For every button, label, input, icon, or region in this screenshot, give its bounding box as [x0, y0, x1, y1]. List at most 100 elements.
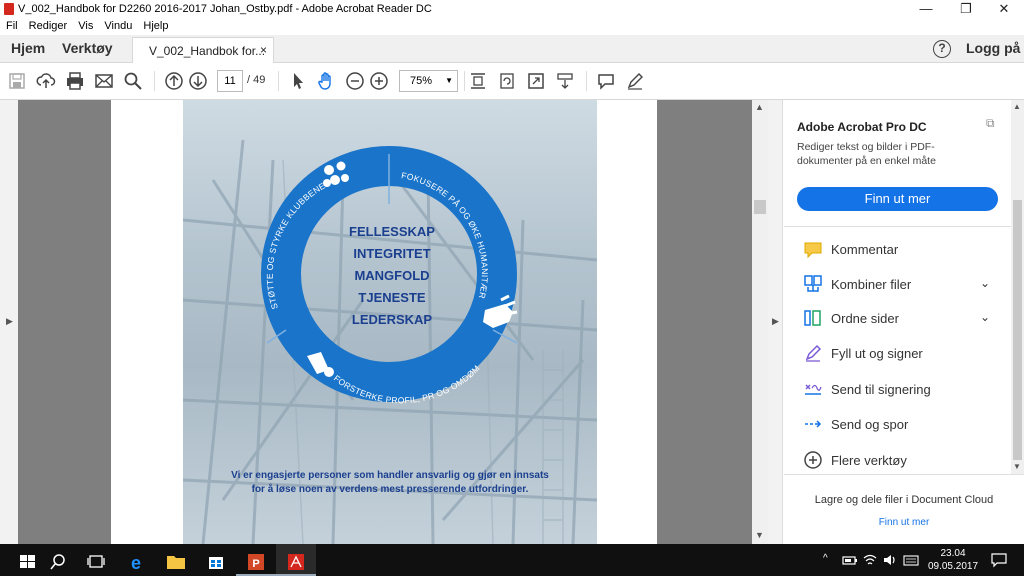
page-total: / 49 [247, 74, 266, 86]
toolbar-separator [464, 71, 465, 91]
scroll-up-icon[interactable]: ▲ [755, 102, 764, 112]
document-scrollbar[interactable]: ▲ ▼ [752, 100, 768, 544]
tab-document-label: V_002_Handbok for... [149, 44, 266, 58]
promo-title: Adobe Acrobat Pro DC [797, 120, 927, 134]
print-icon[interactable] [65, 71, 85, 91]
acrobat-reader-app[interactable] [276, 544, 316, 576]
email-icon[interactable] [94, 71, 114, 91]
comment-icon[interactable] [596, 71, 616, 91]
windows-taskbar: e P ^ 23.04 09.05.2017 [0, 544, 1024, 576]
toolbar-separator [586, 71, 587, 91]
menu-rediger[interactable]: Rediger [29, 19, 68, 34]
tool-send-track[interactable]: Send og spor [803, 414, 1003, 436]
page-number-input[interactable]: 11 [217, 70, 243, 92]
scroll-down-icon[interactable]: ▼ [755, 530, 764, 540]
page-background-photo: FOKUSERE PÅ OG ØKE HUMANITÆR TJENESTE FO… [183, 100, 597, 544]
zoom-select[interactable]: 75% ▼ [399, 70, 458, 92]
menu-vis[interactable]: Vis [78, 19, 93, 34]
tray-expand-icon[interactable]: ^ [823, 553, 828, 564]
scroll-mode-icon[interactable] [555, 71, 575, 91]
chevron-down-icon: ▼ [445, 76, 453, 85]
footer-learn-more-link[interactable]: Finn ut mer [784, 517, 1024, 528]
values-list: FELLESSKAP INTEGRITET MANGFOLD TJENESTE … [349, 224, 435, 327]
value-lederskap: LEDERSKAP [352, 312, 433, 327]
zoom-out-icon[interactable] [345, 71, 365, 91]
tools-pane: Adobe Acrobat Pro DC ⧉ Rediger tekst og … [784, 100, 1024, 544]
promo-dismiss-icon[interactable]: ⧉ [986, 116, 995, 131]
tool-combine-files[interactable]: Kombiner filer ⌄ [803, 274, 1003, 296]
minimize-button[interactable]: — [906, 0, 946, 19]
system-clock[interactable]: 23.04 09.05.2017 [926, 547, 980, 573]
menu-vindu[interactable]: Vindu [104, 19, 132, 34]
wifi-icon[interactable] [862, 553, 878, 567]
powerpoint-app[interactable]: P [236, 544, 276, 576]
tool-fill-sign[interactable]: Fyll ut og signer [803, 343, 1003, 365]
select-icon[interactable] [288, 71, 308, 91]
keyboard-icon[interactable] [903, 553, 919, 567]
tab-close-icon[interactable]: × [260, 43, 267, 57]
page-caption: Vi er engasjerte personer som handler an… [231, 470, 549, 495]
values-ring: FOKUSERE PÅ OG ØKE HUMANITÆR TJENESTE FO… [183, 100, 549, 495]
edge-browser-icon[interactable]: e [116, 548, 156, 576]
sign-icon[interactable] [625, 71, 645, 91]
send-track-icon [805, 420, 822, 428]
comment-icon [804, 242, 822, 259]
svg-text:P: P [252, 558, 259, 570]
zoom-in-icon[interactable] [369, 71, 389, 91]
rotate-icon[interactable] [497, 71, 517, 91]
scroll-thumb[interactable] [754, 200, 766, 214]
combine-files-icon [804, 275, 822, 292]
notifications-icon[interactable] [990, 552, 1008, 568]
right-panel-toggle[interactable]: ▶ [768, 100, 783, 544]
menu-fil[interactable]: Fil [6, 19, 18, 34]
tool-label: Kommentar [831, 242, 899, 257]
scroll-up-icon[interactable]: ▲ [1013, 102, 1021, 111]
task-view-icon[interactable] [76, 548, 116, 576]
restore-button[interactable]: ❐ [946, 0, 986, 19]
value-mangfold: MANGFOLD [354, 268, 429, 283]
chevron-down-icon[interactable]: ⌄ [980, 310, 990, 324]
battery-icon[interactable] [842, 553, 858, 567]
tab-home[interactable]: Hjem [11, 40, 45, 56]
more-tools-icon [804, 451, 822, 469]
tools-pane-scrollbar[interactable]: ▲ ▼ [1011, 100, 1024, 474]
search-icon[interactable] [123, 71, 143, 91]
fullscreen-icon[interactable] [526, 71, 546, 91]
tab-tools[interactable]: Verktøy [62, 40, 113, 56]
hand-icon[interactable] [316, 71, 336, 91]
tool-label: Send til signering [831, 382, 931, 397]
login-button[interactable]: Logg på [966, 40, 1020, 56]
toolbar-separator [278, 71, 279, 91]
scroll-thumb[interactable] [1013, 200, 1022, 460]
acrobat-icon [288, 554, 304, 570]
zoom-value: 75% [410, 75, 433, 87]
prev-page-icon[interactable] [164, 71, 184, 91]
help-icon[interactable]: ? [933, 40, 951, 58]
file-explorer-icon[interactable] [156, 548, 196, 576]
store-icon[interactable] [196, 548, 236, 576]
scroll-down-icon[interactable]: ▼ [1013, 462, 1021, 471]
tab-document[interactable]: V_002_Handbok for... × [132, 37, 274, 64]
upload-icon[interactable] [36, 71, 56, 91]
tool-more-tools[interactable]: Flere verktøy [803, 450, 1003, 472]
next-page-icon[interactable] [188, 71, 208, 91]
volume-icon[interactable] [882, 553, 898, 567]
close-window-button[interactable]: ✕ [984, 0, 1024, 19]
organize-pages-icon [804, 310, 821, 326]
save-icon[interactable] [7, 71, 27, 91]
left-panel-toggle[interactable]: ▶ [0, 100, 18, 544]
search-icon[interactable] [38, 548, 78, 576]
caption-line-1: Vi er engasjerte personer som handler an… [231, 470, 549, 481]
clock-date: 09.05.2017 [927, 561, 979, 572]
fit-page-icon[interactable] [468, 71, 488, 91]
tool-comment[interactable]: Kommentar [803, 239, 1003, 261]
chevron-down-icon[interactable]: ⌄ [980, 276, 990, 290]
tool-organize-pages[interactable]: Ordne sider ⌄ [803, 308, 1003, 330]
window-titlebar: V_002_Handbok for D2260 2016-2017 Johan_… [0, 0, 1024, 19]
menu-hjelp[interactable]: Hjelp [143, 19, 168, 34]
learn-more-button[interactable]: Finn ut mer [797, 187, 998, 211]
promo-text: Rediger tekst og bilder i PDF-dokumenter… [797, 141, 936, 167]
fill-sign-icon [805, 344, 822, 362]
tool-send-for-signature[interactable]: Send til signering [803, 379, 1003, 401]
divider [784, 226, 1024, 227]
